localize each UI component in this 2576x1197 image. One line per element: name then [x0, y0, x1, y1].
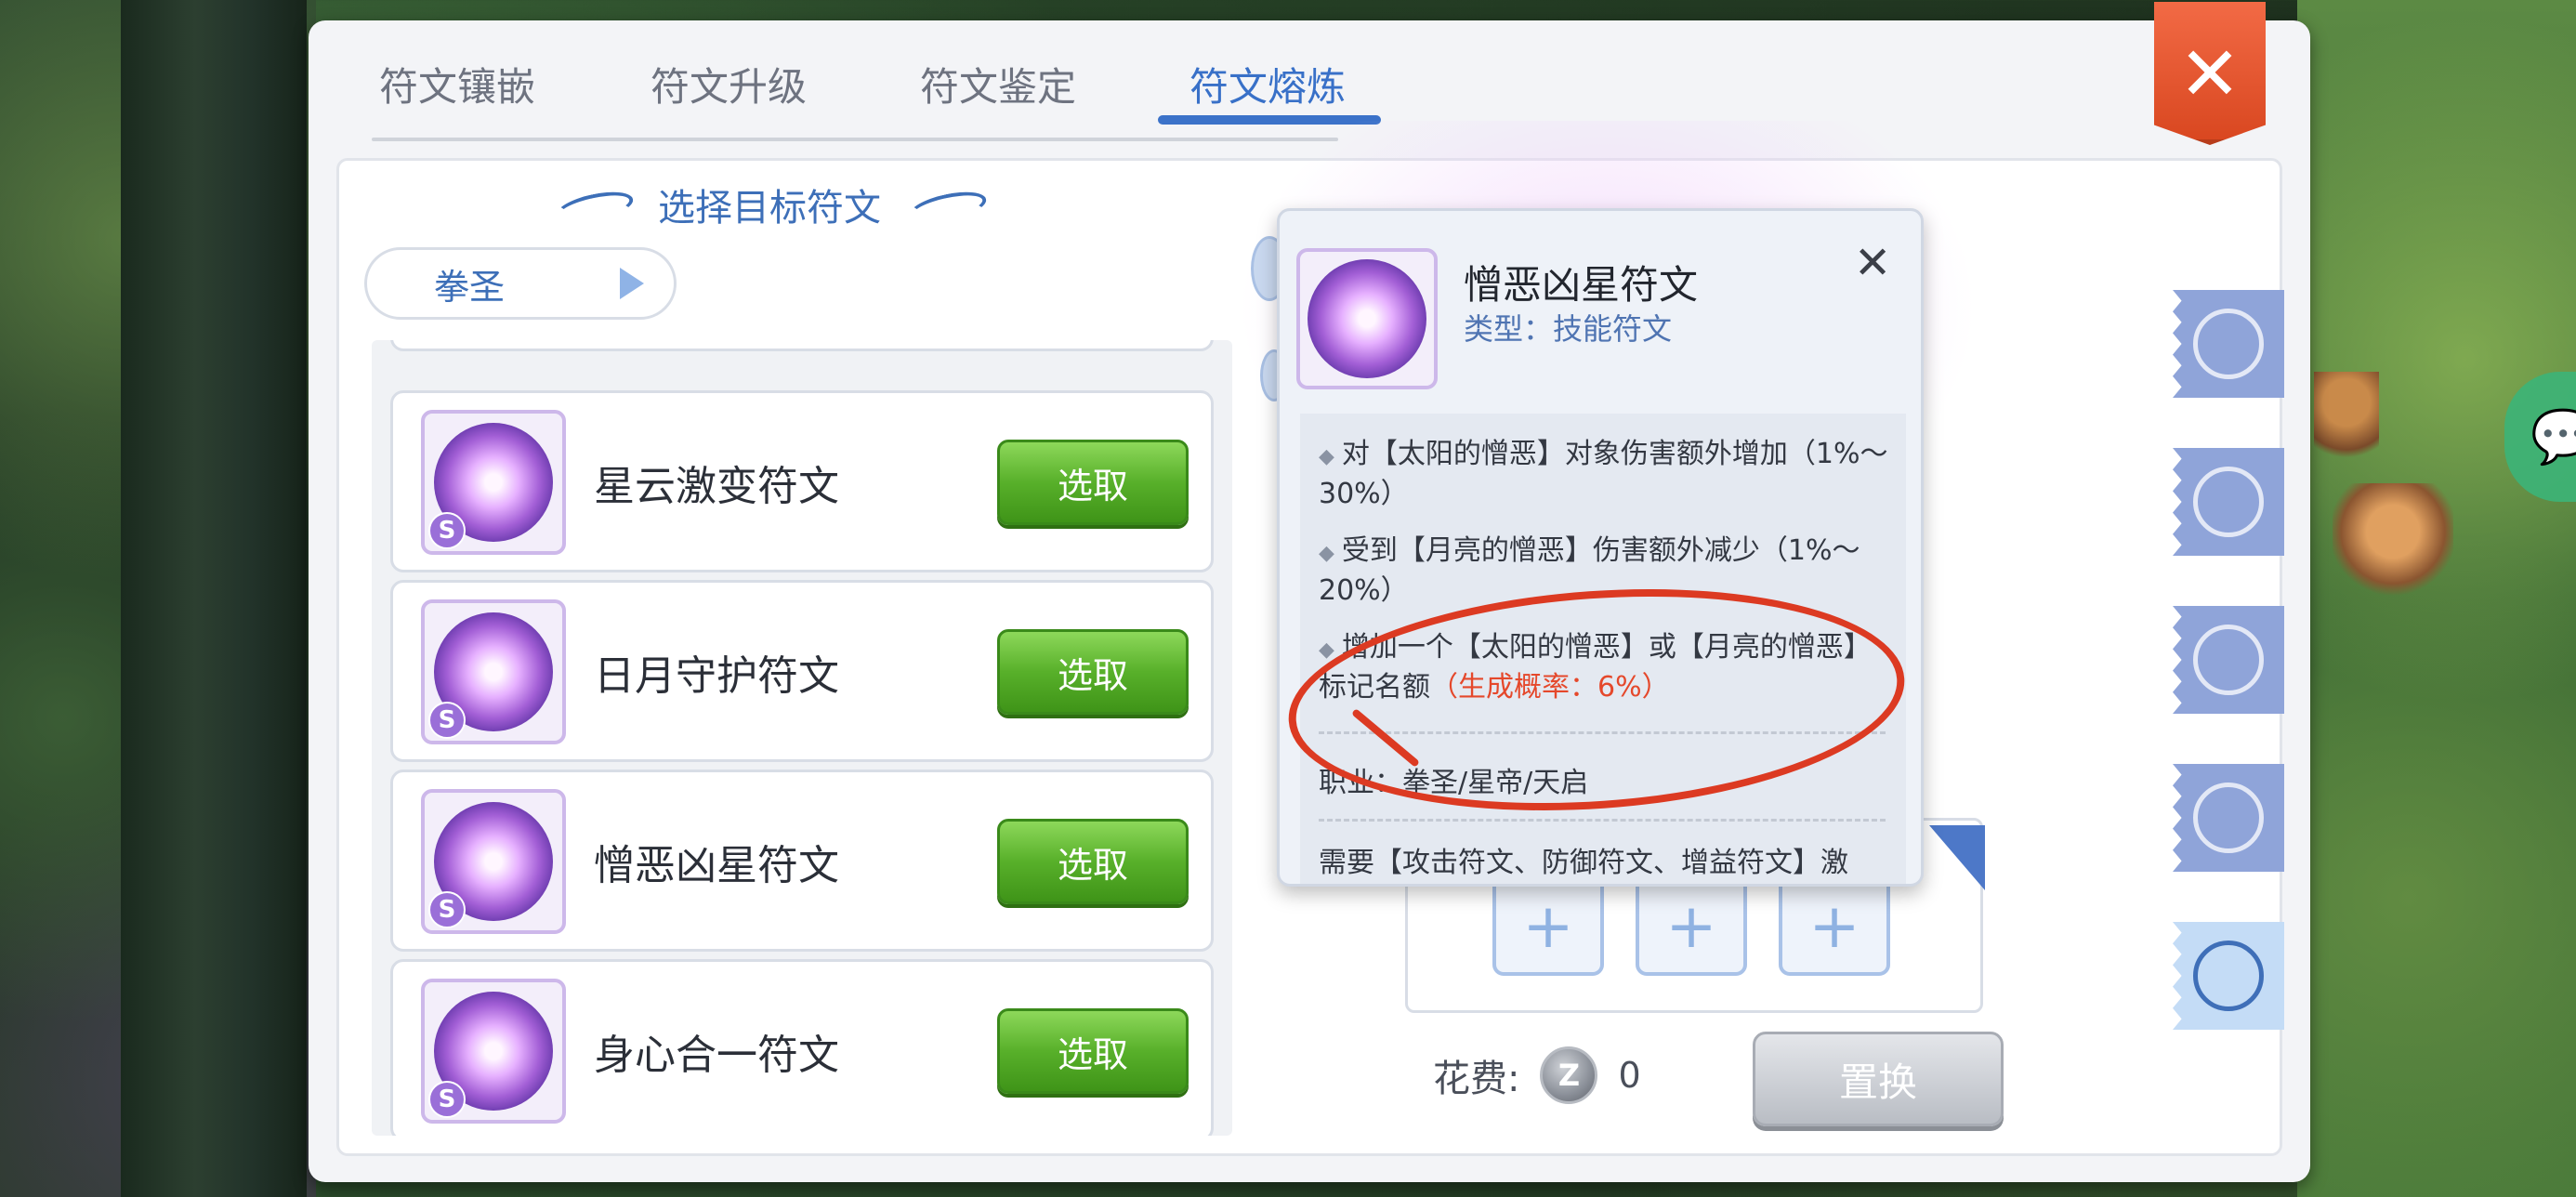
class-selector-value: 拳圣 [434, 266, 506, 308]
class-selector[interactable]: 拳圣 [364, 247, 677, 320]
rune-name: 憎恶凶星符文 [594, 842, 839, 889]
bullet-icon: ◆ [1319, 638, 1334, 662]
select-button[interactable]: 选取 [997, 629, 1189, 715]
select-button[interactable]: 选取 [997, 1008, 1189, 1094]
material-slot[interactable]: + [1636, 875, 1747, 976]
tab-divider [372, 138, 1338, 141]
cost-display: 花费: Z 0 [1433, 1046, 1641, 1104]
rune-icon [1296, 248, 1438, 389]
bullet-icon: ◆ [1319, 542, 1334, 565]
rune-name: 星云激变符文 [594, 463, 839, 510]
special-rune-icon [2193, 783, 2264, 853]
rune-name: 身心合一符文 [594, 1032, 839, 1079]
grade-badge: S [428, 702, 466, 739]
rune-list[interactable]: S 星云激变符文 选取 S 日月守护符文 选取 S 憎恶凶星符文 选取 S 身心… [372, 340, 1232, 1136]
tab-rune-upgrade[interactable]: 符文升级 [651, 56, 807, 112]
select-target-title: 选择目标符文 [658, 187, 881, 230]
rune-name: 日月守护符文 [594, 652, 839, 700]
cost-label: 花费: [1433, 1058, 1520, 1100]
list-item: S 星云激变符文 选取 [390, 390, 1214, 572]
grade-badge: S [428, 891, 466, 928]
monster-sprite-lion [2333, 483, 2453, 604]
side-tab-smelt[interactable] [2173, 922, 2284, 1030]
effect-text: 对【太阳的憎恶】对象伤害额外增加（1%～30%） [1319, 438, 1888, 510]
left-header: 选择目标符文 [556, 177, 1002, 232]
ornament-left-icon [556, 191, 630, 218]
activation-requirement: 需要【攻击符文、防御符文、增益符文】激 [1319, 847, 1848, 879]
rune-icon: S [421, 599, 566, 744]
cost-amount: 0 [1618, 1055, 1641, 1096]
side-tab-buff[interactable] [2173, 606, 2284, 714]
zeny-coin-icon: Z [1540, 1046, 1598, 1104]
list-item: S 身心合一符文 选取 [390, 959, 1214, 1136]
rune-orb-icon [1308, 259, 1426, 378]
ornament-right-icon [909, 191, 983, 218]
play-arrow-icon[interactable] [620, 268, 644, 299]
side-tab-special[interactable] [2173, 764, 2284, 872]
tooltip-rune-type: 类型：技能符文 [1464, 311, 1673, 347]
grade-badge: S [428, 1081, 466, 1118]
list-item-partial [390, 340, 1214, 351]
material-slot[interactable]: + [1492, 875, 1604, 976]
list-item: S 日月守护符文 选取 [390, 580, 1214, 762]
tooltip-rune-name: 憎恶凶星符文 [1464, 262, 1699, 308]
tab-rune-smelt[interactable]: 符文熔炼 [1189, 56, 1346, 112]
side-tab-fire[interactable] [2173, 290, 2284, 398]
side-tab-defense[interactable] [2173, 448, 2284, 556]
effect-line: ◆ 对【太阳的憎恶】对象伤害额外增加（1%～30%） [1319, 436, 1895, 513]
background-tree-trunk [121, 0, 307, 1197]
monster-sprite [2314, 372, 2379, 474]
buff-rune-icon [2193, 625, 2264, 695]
grade-badge: S [428, 512, 466, 549]
rune-icon: S [421, 979, 566, 1124]
tab-rune-identify[interactable]: 符文鉴定 [920, 56, 1076, 112]
divider [1319, 819, 1886, 822]
material-slot[interactable]: + [1779, 875, 1890, 976]
close-icon: ✕ [2178, 30, 2241, 117]
refresh-cycle-icon [2193, 940, 2264, 1011]
tab-rune-inlay[interactable]: 符文镶嵌 [379, 56, 535, 112]
close-button[interactable]: ✕ [2154, 2, 2266, 145]
shield-rune-icon [2193, 467, 2264, 537]
bullet-icon: ◆ [1319, 445, 1334, 468]
fire-rune-icon [2193, 309, 2264, 379]
replace-button[interactable]: 置换 [1753, 1032, 2004, 1126]
tooltip-close-icon[interactable]: ✕ [1854, 237, 1891, 289]
rune-icon: S [421, 410, 566, 555]
select-button[interactable]: 选取 [997, 819, 1189, 904]
list-item: S 憎恶凶星符文 选取 [390, 770, 1214, 952]
select-button[interactable]: 选取 [997, 440, 1189, 525]
rune-icon: S [421, 789, 566, 934]
